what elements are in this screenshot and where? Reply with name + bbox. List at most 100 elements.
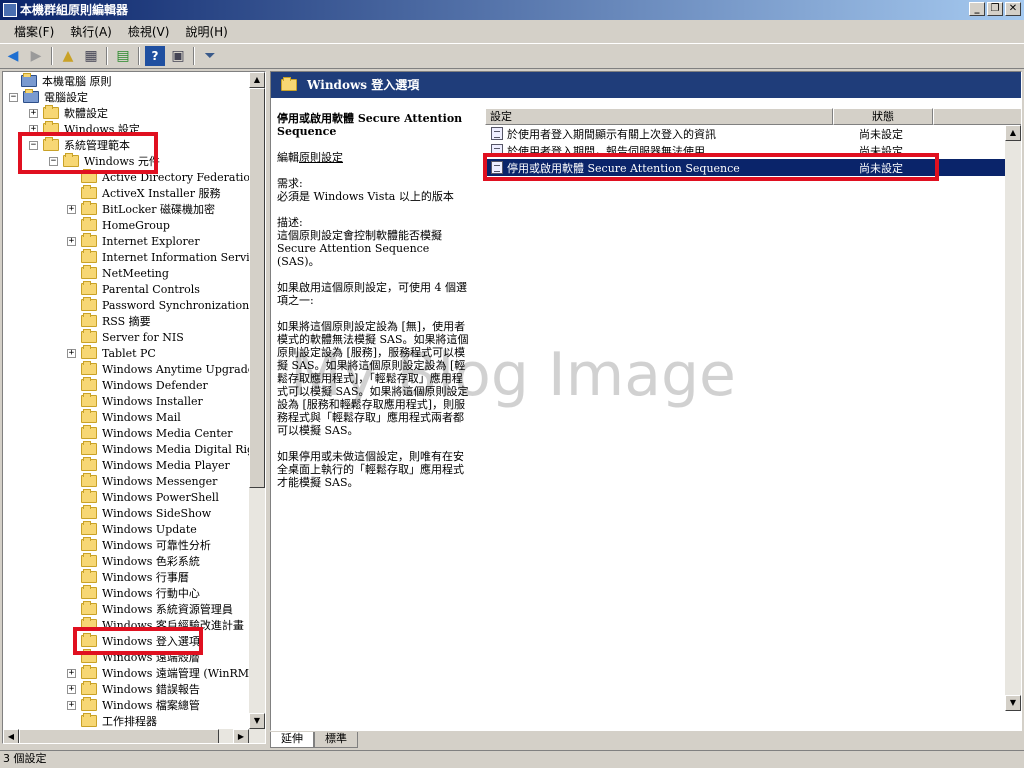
tab-standard[interactable]: 標準 — [314, 732, 358, 748]
tree-item[interactable]: + Windows 遠端管理 (WinRM) — [67, 665, 253, 681]
tree-item[interactable]: Windows SideShow — [67, 505, 211, 521]
tree-vertical-scrollbar[interactable]: ▲ ▼ — [249, 72, 265, 729]
scroll-left-button[interactable]: ◀ — [3, 729, 19, 743]
tree-item[interactable]: Windows 行事曆 — [67, 569, 189, 585]
folder-icon — [81, 361, 97, 375]
export-list-icon[interactable]: ▤ — [113, 46, 133, 66]
tree-item[interactable]: Internet Information Services — [67, 249, 265, 265]
tree-item[interactable]: Parental Controls — [67, 281, 200, 297]
forward-arrow-icon[interactable]: ▶ — [26, 46, 46, 66]
tree-item-label: Windows Media Player — [102, 458, 230, 472]
column-header-setting[interactable]: 設定 — [485, 108, 833, 125]
tree-pane[interactable]: 本機電腦 原則 − 電腦設定 + 軟體設定 + Windows 設定 − 系統管理範本 − Wind… — [2, 71, 266, 744]
expand-icon[interactable]: + — [67, 236, 76, 246]
minimize-button[interactable]: _ — [969, 2, 985, 16]
folder-icon — [81, 713, 97, 727]
scroll-right-button[interactable]: ▶ — [233, 729, 249, 743]
folder-icon — [81, 521, 97, 535]
list-vertical-scrollbar[interactable]: ▲ ▼ — [1005, 125, 1021, 711]
collapse-icon[interactable]: − — [9, 92, 18, 102]
tree-item[interactable]: − 系統管理範本 — [29, 137, 130, 153]
up-folder-icon[interactable]: ▲ — [58, 46, 78, 66]
collapse-icon[interactable]: − — [29, 140, 38, 150]
tree-item[interactable]: Windows 色彩系統 — [67, 553, 200, 569]
expand-icon[interactable]: + — [29, 108, 38, 118]
collapse-icon[interactable]: − — [49, 156, 58, 166]
tree-item[interactable]: + Windows 錯誤報告 — [67, 681, 200, 697]
tab-extended[interactable]: 延伸 — [270, 732, 314, 748]
menu-action[interactable]: 執行(A) — [62, 23, 120, 40]
tree-item[interactable]: Windows Anytime Upgrade — [67, 361, 254, 377]
tree-item[interactable]: Windows 遠端殼層 — [67, 649, 200, 665]
tree-item-label: Windows Mail — [102, 410, 181, 424]
tree-item[interactable]: + BitLocker 磁碟機加密 — [67, 201, 215, 217]
tree-item[interactable]: Windows Installer — [67, 393, 203, 409]
description-para-1: 如果啟用這個原則設定，可使用 4 個選項之一: — [277, 281, 467, 307]
tree-item[interactable]: Windows Update — [67, 521, 197, 537]
tree-item[interactable]: Windows Media Digital Rights — [67, 441, 265, 457]
tree-item[interactable]: + Windows 設定 — [29, 121, 140, 137]
tree-item[interactable]: + Windows 檔案總管 — [67, 697, 200, 713]
expand-icon[interactable]: + — [67, 684, 76, 694]
menu-file[interactable]: 檔案(F) — [6, 23, 62, 40]
menu-view[interactable]: 檢視(V) — [120, 23, 178, 40]
tree-item[interactable]: Windows 可靠性分析 — [67, 537, 211, 553]
tree-item-label: Windows 元件 — [84, 155, 160, 168]
tree-item[interactable]: Windows Media Player — [67, 457, 230, 473]
tree-item[interactable]: Windows Messenger — [67, 473, 217, 489]
tree-item[interactable]: + Internet Explorer — [67, 233, 200, 249]
scroll-up-button[interactable]: ▲ — [249, 72, 265, 88]
show-hide-tree-icon[interactable]: ▦ — [81, 46, 101, 66]
extended-description: 停用或啟用軟體 Secure Attention Sequence 編輯原則設定… — [277, 112, 473, 502]
tree-horizontal-scrollbar[interactable]: ◀ ▶ — [3, 729, 265, 743]
tree-item[interactable]: Server for NIS — [67, 329, 184, 345]
scroll-thumb[interactable] — [249, 88, 265, 488]
scroll-thumb[interactable] — [19, 729, 219, 743]
tree-item[interactable]: − 電腦設定 — [9, 89, 88, 105]
setting-row[interactable]: 於使用者登入期間顯示有關上次登入的資訊 尚未設定 — [485, 125, 1021, 142]
back-arrow-icon[interactable]: ◀ — [3, 46, 23, 66]
setting-name: 於使用者登入期間顯示有關上次登入的資訊 — [507, 127, 716, 141]
tree-item-label: Windows 色彩系統 — [102, 555, 200, 568]
expand-icon[interactable]: + — [67, 348, 76, 358]
tree-item[interactable]: RSS 摘要 — [67, 313, 151, 329]
expand-icon[interactable]: + — [67, 700, 76, 710]
column-header-state[interactable]: 狀態 — [833, 108, 933, 125]
tree-item[interactable]: Active Directory Federation Ser — [67, 169, 265, 185]
status-bar: 3 個設定 — [0, 750, 1024, 768]
maximize-button[interactable]: ❐ — [987, 2, 1003, 16]
tree-item[interactable]: Windows 行動中心 — [67, 585, 200, 601]
menu-help[interactable]: 說明(H) — [177, 23, 235, 40]
tree-item[interactable]: Windows Media Center — [67, 425, 233, 441]
setting-row[interactable]: 於使用者登入期間，報告伺服器無法使用 尚未設定 — [485, 142, 1021, 159]
folder-icon — [81, 201, 97, 215]
tree-item[interactable]: 本機電腦 原則 — [7, 73, 112, 89]
close-button[interactable]: ✕ — [1005, 2, 1021, 16]
tree-item[interactable]: + 軟體設定 — [29, 105, 108, 121]
tree-item[interactable]: Windows Defender — [67, 377, 208, 393]
tree-item[interactable]: Windows PowerShell — [67, 489, 219, 505]
expand-icon[interactable]: + — [67, 204, 76, 214]
expand-icon[interactable]: + — [67, 668, 76, 678]
scroll-down-button[interactable]: ▼ — [249, 713, 265, 729]
tree-item[interactable]: HomeGroup — [67, 217, 170, 233]
edit-policy-link[interactable]: 原則設定 — [299, 151, 343, 164]
scroll-up-button[interactable]: ▲ — [1005, 125, 1021, 141]
tree-item[interactable]: Windows 系統資源管理員 — [67, 601, 233, 617]
tree-item[interactable]: Windows 客戶經驗改進計畫 — [67, 617, 244, 633]
tree-item[interactable]: ActiveX Installer 服務 — [67, 185, 220, 201]
tree-item[interactable]: 工作排程器 — [67, 713, 157, 729]
help-icon[interactable]: ? — [145, 46, 165, 66]
tree-item[interactable]: − Windows 元件 — [49, 153, 160, 169]
scroll-down-button[interactable]: ▼ — [1005, 695, 1021, 711]
properties-icon[interactable]: ▣ — [168, 46, 188, 66]
tree-item[interactable]: NetMeeting — [67, 265, 169, 281]
tree-item[interactable]: Password Synchronization — [67, 297, 249, 313]
setting-row[interactable]: 停用或啟用軟體 Secure Attention Sequence 尚未設定 — [485, 159, 1021, 176]
tree-item[interactable]: + Tablet PC — [67, 345, 156, 361]
tree-item-label: Server for NIS — [102, 330, 184, 344]
tree-item[interactable]: Windows 登入選項 — [67, 633, 200, 649]
filter-icon[interactable]: ⏷ — [200, 46, 220, 66]
tree-item[interactable]: Windows Mail — [67, 409, 181, 425]
expand-icon[interactable]: + — [29, 124, 38, 134]
